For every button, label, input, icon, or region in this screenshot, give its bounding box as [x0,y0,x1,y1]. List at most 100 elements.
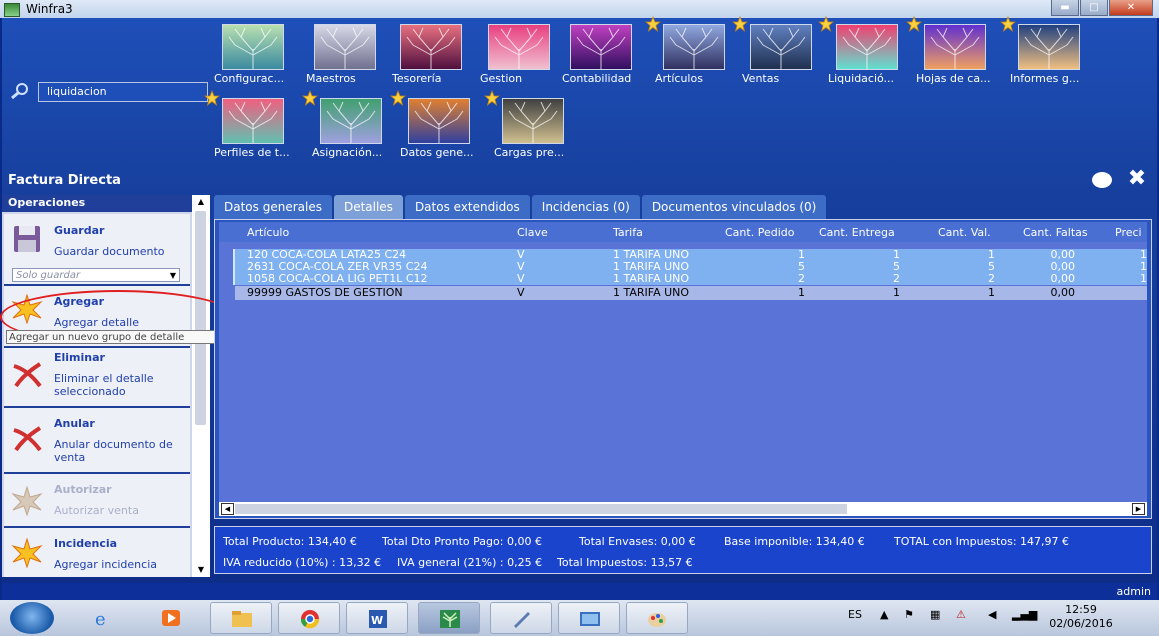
window-title: Winfra3 [26,2,73,16]
save-subtitle: Guardar documento [54,245,165,258]
tree-graphic [315,25,375,69]
module-thumbnail-icon [408,98,470,144]
module-thumbnail-icon [400,24,462,70]
module-tile[interactable]: Tesorería [392,20,482,90]
taskbar-media[interactable] [140,602,202,634]
module-tile[interactable]: Datos gene... [390,90,490,164]
favorite-star-icon[interactable] [204,90,220,106]
favorite-star-icon[interactable] [732,16,748,32]
module-tile[interactable]: Maestros [306,20,396,90]
column-header[interactable]: Cant. Val. [938,226,991,239]
column-header[interactable]: Cant. Entrega [819,226,895,239]
module-tile[interactable]: Perfiles de t... [204,90,304,164]
module-thumbnail-icon [924,24,986,70]
circle-button[interactable] [1092,172,1112,188]
module-thumbnail-icon [222,98,284,144]
incident-operation[interactable]: Incidencia Agregar incidencia [4,528,190,577]
tray-arrow-icon[interactable]: ▲ [880,608,888,621]
module-tile[interactable]: Liquidació... [818,16,918,90]
scroll-up-icon[interactable]: ▲ [194,196,208,208]
close-button[interactable]: ✕ [1109,0,1153,16]
scroll-thumb[interactable] [235,504,847,514]
module-tile[interactable]: Configurac... [214,20,304,90]
media-player-icon [162,610,180,626]
language-indicator[interactable]: ES [848,608,862,621]
tab-incidencias[interactable]: Incidencias (0) [531,195,640,219]
column-header[interactable]: Tarifa [613,226,643,239]
incident-subtitle: Agregar incidencia [54,558,157,571]
taskbar-ie[interactable]: e [72,602,134,634]
table-row[interactable]: 99999 GASTOS DE GESTION V 1 TARIFA UNO 1 1 1 0… [235,286,1147,300]
favorite-star-icon[interactable] [1000,16,1016,32]
module-tile[interactable]: Gestion [480,20,570,90]
total-dto-pronto-pago: Total Dto Pronto Pago: 0,00 € [382,535,542,548]
tree-graphic [1019,25,1079,69]
network-icon[interactable]: ▦ [930,608,940,621]
folder-icon [232,611,252,627]
column-header[interactable]: Cant. Faltas [1023,226,1088,239]
favorite-star-icon[interactable] [645,16,661,32]
maximize-button[interactable]: □ [1080,0,1108,16]
taskbar-chrome[interactable] [278,602,340,634]
signal-icon[interactable]: ▂▄▆ [1012,608,1037,621]
flag-icon[interactable]: ⚑ [904,608,914,621]
taskbar-winfra[interactable] [418,602,480,634]
scroll-down-icon[interactable]: ▼ [194,564,208,576]
favorite-star-icon[interactable] [484,90,500,106]
column-header[interactable]: Artículo [247,226,289,239]
scroll-right-icon[interactable]: ▶ [1132,503,1145,515]
taskbar-app[interactable] [490,602,552,634]
grid-horizontal-scrollbar[interactable]: ◀ ▶ [219,502,1147,516]
start-button[interactable] [10,602,54,634]
column-header[interactable]: Clave [517,226,548,239]
favorite-star-icon[interactable] [302,90,318,106]
module-tile[interactable]: Asignación... [302,90,402,164]
tab-detalles[interactable]: Detalles [333,195,403,219]
taskbar-word[interactable]: W [346,602,408,634]
close-form-button[interactable]: ✖ [1126,168,1148,190]
scroll-left-icon[interactable]: ◀ [221,503,234,515]
table-row[interactable]: 1058 COCA-COLA LIG PET1L C12 V 1 TARIFA UN… [233,272,1147,285]
module-label: Datos gene... [400,146,474,159]
row-marker [233,261,235,273]
search-icon[interactable] [10,82,30,100]
tree-graphic [223,25,283,69]
table-cell: 1 [1140,272,1147,285]
window-controls: ▬ □ ✕ [1050,0,1153,16]
favorite-star-icon[interactable] [906,16,922,32]
current-user: admin [1116,585,1151,598]
taskbar-paint[interactable] [626,602,688,634]
save-operation[interactable]: Guardar Guardar documento Solo guardar ▼ [4,214,190,286]
module-tile[interactable]: Informes g... [1000,16,1100,90]
column-header[interactable]: Cant. Pedido [725,226,794,239]
tree-graphic [409,99,469,143]
taskbar-explorer[interactable] [210,602,272,634]
tree-graphic [664,25,724,69]
delete-operation[interactable]: Eliminar Eliminar el detalle seleccionad… [4,348,190,408]
total-producto: Total Producto: 134,40 € [223,535,357,548]
tab-documentos-vinculados[interactable]: Documentos vinculados (0) [641,195,827,219]
alert-icon[interactable]: ⚠ [956,608,966,621]
module-tile[interactable]: Cargas pre... [484,90,584,164]
authorize-operation[interactable]: Autorizar Autorizar venta [4,474,190,528]
minimize-button[interactable]: ▬ [1051,0,1079,16]
tab-datos-generales[interactable]: Datos generales [214,195,332,219]
operations-scrollbar[interactable]: ▲ ▼ [192,195,210,577]
search-input[interactable]: liquidacion [38,82,208,102]
cancel-operation[interactable]: Anular Anular documento de venta [4,408,190,474]
module-tile[interactable]: Contabilidad [562,20,652,90]
favorite-star-icon[interactable] [390,90,406,106]
tab-datos-extendidos[interactable]: Datos extendidos [404,195,530,219]
volume-icon[interactable]: ◀ [988,608,996,621]
module-label: Hojas de ca... [916,72,991,85]
module-tile[interactable]: Hojas de ca... [906,16,1006,90]
favorite-star-icon[interactable] [818,16,834,32]
winfra-icon [440,610,460,628]
save-mode-select[interactable]: Solo guardar ▼ [12,268,180,282]
details-grid: Artículo Clave Tarifa Cant. Pedido Cant.… [219,222,1147,504]
status-bar: admin [2,583,1157,600]
taskbar-app[interactable] [558,602,620,634]
column-header[interactable]: Preci [1115,226,1142,239]
clock[interactable]: 12:59 02/06/2016 [1046,603,1116,631]
row-marker [233,249,235,261]
